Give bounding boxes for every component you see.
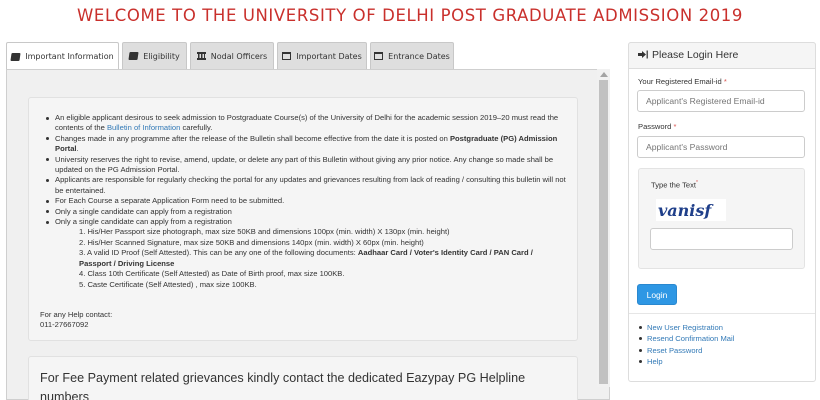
login-title: Please Login Here xyxy=(652,49,739,61)
captcha-input[interactable] xyxy=(650,228,793,250)
list-item: Changes made in any programme after the … xyxy=(46,134,567,155)
list-item: 2. His/Her Scanned Signature, max size 5… xyxy=(79,237,424,247)
list-item: New User Registration xyxy=(638,322,734,333)
list-item: Reset Password xyxy=(638,345,734,356)
document-requirements-list: 1. His/Her Passport size photograph, max… xyxy=(79,227,567,289)
tab-label: Eligibility xyxy=(143,51,180,61)
sign-in-icon xyxy=(638,50,648,59)
help-contact: For any Help contact: 011-27667092 xyxy=(40,310,112,331)
info-tabs: Important Information Eligibility Nodal … xyxy=(6,42,610,70)
captcha-image: vanisf xyxy=(656,199,726,221)
password-label: Password * xyxy=(638,122,677,131)
list-item: 4. Class 10th Certificate (Self Attested… xyxy=(79,269,345,279)
new-user-registration-link[interactable]: New User Registration xyxy=(647,323,723,332)
resend-confirmation-link[interactable]: Resend Confirmation Mail xyxy=(647,334,734,343)
login-button[interactable]: Login xyxy=(637,284,677,305)
svg-text:vanisf: vanisf xyxy=(658,201,714,220)
scrollbar-thumb[interactable] xyxy=(599,80,608,384)
page-banner-title: WELCOME TO THE UNIVERSITY OF DELHI POST … xyxy=(77,6,743,25)
list-item: Only a single candidate can apply from a… xyxy=(46,207,567,217)
captcha-label: Type the Text* xyxy=(651,180,698,190)
panel-divider xyxy=(629,313,815,314)
tab-eligibility[interactable]: Eligibility xyxy=(122,42,187,69)
help-link[interactable]: Help xyxy=(647,357,663,366)
password-input[interactable] xyxy=(637,136,805,158)
list-item: 5. Caste Certificate (Self Attested) , m… xyxy=(79,279,257,289)
tab-label: Important Information xyxy=(25,52,114,61)
bank-icon xyxy=(196,52,206,60)
book-icon xyxy=(10,52,21,61)
help-phone: 011-27667092 xyxy=(40,320,89,330)
bulletin-link[interactable]: Bulletin of Information xyxy=(107,123,180,132)
list-item: 3. A valid ID Proof (Self Attested). Thi… xyxy=(79,248,533,268)
list-item: Only a single candidate can apply from a… xyxy=(46,217,567,290)
tab-nodal-officers[interactable]: Nodal Officers xyxy=(190,42,274,69)
reset-password-link[interactable]: Reset Password xyxy=(647,346,702,355)
calendar-icon xyxy=(282,52,292,60)
tab-label: Important Dates xyxy=(296,51,362,61)
book-icon xyxy=(128,52,139,60)
email-input[interactable] xyxy=(637,90,805,112)
list-item: An eligible applicant desirous to seek a… xyxy=(46,113,567,134)
list-item: Resend Confirmation Mail xyxy=(638,333,734,344)
fee-grievance-text: For Fee Payment related grievances kindl… xyxy=(40,371,526,400)
tab-entrance-dates[interactable]: Entrance Dates xyxy=(370,42,454,69)
scroll-up-arrow-icon[interactable] xyxy=(600,72,608,77)
important-info-list: An eligible applicant desirous to seek a… xyxy=(46,113,567,290)
list-item: 1. His/Her Passport size photograph, max… xyxy=(79,227,450,237)
account-links: New User Registration Resend Confirmatio… xyxy=(638,322,734,368)
list-item: For Each Course a separate Application F… xyxy=(46,196,567,206)
list-item: Help xyxy=(638,356,734,367)
list-item: Applicants are responsible for regularly… xyxy=(46,175,566,195)
help-label: For any Help contact: xyxy=(40,310,113,319)
email-label: Your Registered Email-id * xyxy=(638,77,727,86)
tab-important-dates[interactable]: Important Dates xyxy=(277,42,367,69)
tab-important-information[interactable]: Important Information xyxy=(6,42,119,70)
tab-label: Entrance Dates xyxy=(388,51,450,61)
tab-label: Nodal Officers xyxy=(210,51,268,61)
list-item: University reserves the right to revise,… xyxy=(46,155,567,176)
calendar-icon xyxy=(374,52,384,60)
